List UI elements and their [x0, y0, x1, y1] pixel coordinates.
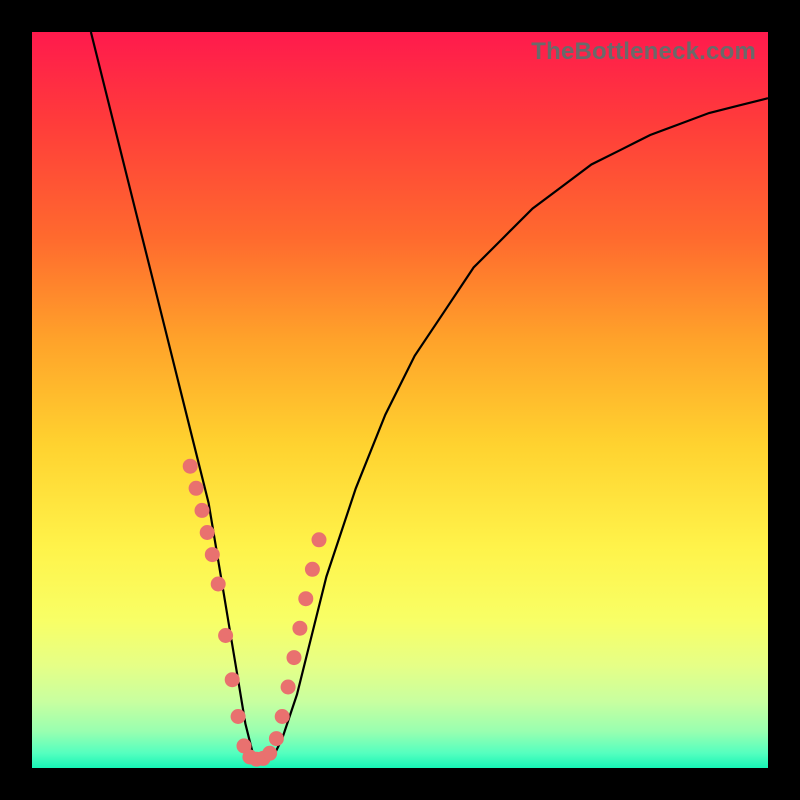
marker-dot: [293, 621, 307, 635]
marker-dot: [312, 533, 326, 547]
marker-dot: [269, 732, 283, 746]
marker-dot: [195, 503, 209, 517]
marker-dot: [275, 710, 289, 724]
marker-dot: [299, 592, 313, 606]
marker-dot: [205, 548, 219, 562]
marker-dots-group: [183, 459, 326, 766]
plot-area: TheBottleneck.com: [32, 32, 768, 768]
bottleneck-curve: [91, 32, 768, 761]
marker-dot: [189, 481, 203, 495]
marker-dot: [305, 562, 319, 576]
marker-dot: [219, 629, 233, 643]
bottleneck-chart: [32, 32, 768, 768]
marker-dot: [211, 577, 225, 591]
marker-dot: [183, 459, 197, 473]
marker-dot: [287, 651, 301, 665]
marker-dot: [225, 673, 239, 687]
marker-dot: [263, 746, 277, 760]
marker-dot: [281, 680, 295, 694]
marker-dot: [200, 526, 214, 540]
marker-dot: [231, 710, 245, 724]
